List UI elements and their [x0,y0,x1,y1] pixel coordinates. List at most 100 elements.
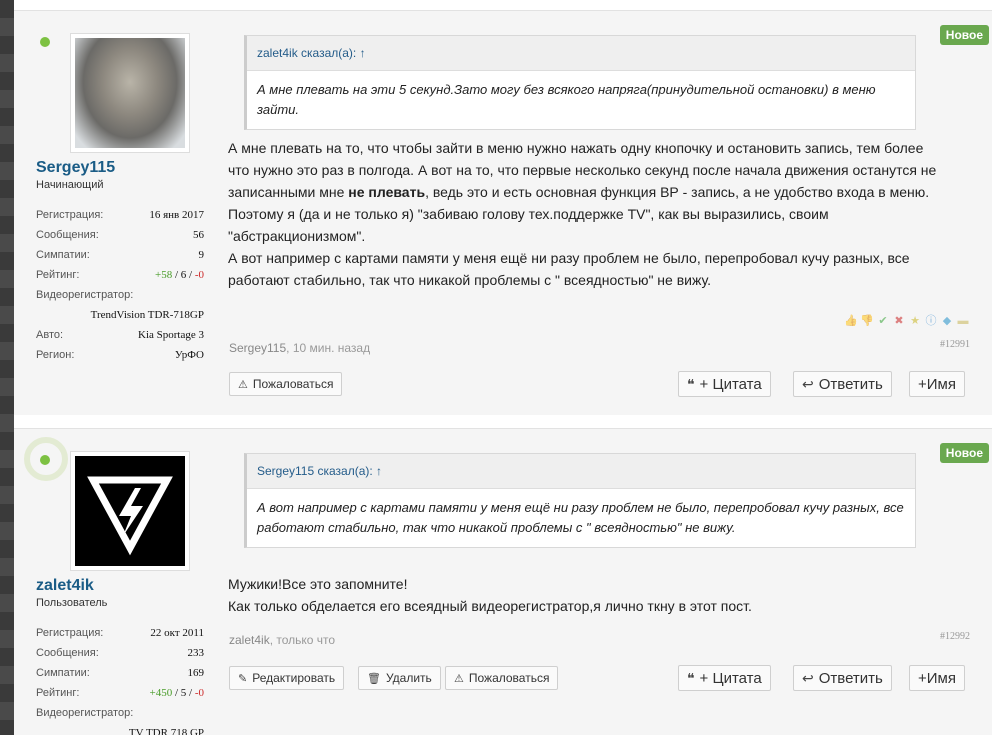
stat-label: Рейтинг: [36,687,80,699]
user-stats: Регистрация: 22 окт 2011 Сообщения: 233 Си… [36,623,204,735]
username[interactable]: Sergey115 [36,159,115,177]
rating-negative: -0 [194,269,204,281]
like-icon[interactable]: 👍 [844,314,858,328]
quote-body: А мне плевать на эти 5 секунд.Зато могу … [257,82,876,117]
quote-body: А вот например с картами памяти у меня е… [257,500,904,535]
quote-icon: ❝ [687,669,695,686]
post-12991: Sergey115 Начинающий Регистрация: 16 янв … [14,10,992,415]
rating-neutral: / 5 / [172,687,195,699]
insert-name-button[interactable]: +Имя [909,371,965,397]
post-meta: Sergey115, 10 мин. назад [229,341,370,355]
insert-name-label: +Имя [918,669,956,687]
post-message: А мне плевать на то, что чтобы зайти в м… [228,137,948,291]
quote-block: zalet4ik сказал(а): ↑ А мне плевать на э… [244,35,916,130]
rating-positive: +58 [154,269,173,281]
quote-button[interactable]: ❝ + Цитата [678,371,771,397]
user-title: Пользователь [36,597,108,609]
rating-positive: +450 [149,687,173,699]
online-indicator-icon [40,455,50,465]
stat-label: Симпатии: [36,667,90,679]
check-icon[interactable]: ✔ [876,314,890,328]
reply-label: Ответить [818,375,883,393]
cross-icon[interactable]: ✖ [892,314,906,328]
diamond-icon[interactable]: ◆ [940,314,954,328]
quote-header[interactable]: zalet4ik сказал(а): ↑ [247,36,915,71]
quote-button[interactable]: ❝ + Цитата [678,665,771,691]
report-button[interactable]: ⚠ Пожаловаться [229,372,343,396]
edit-label: Редактировать [252,671,336,685]
message-line: Как только обделается его всеядный видео… [228,598,752,614]
stat-label: Авто: [36,329,64,341]
folder-icon[interactable]: ▬ [956,314,970,328]
report-label: Пожаловаться [468,671,550,685]
quote-block: Sergey115 сказал(а): ↑ А вот например с … [244,453,916,548]
reaction-icons: 👍 👎 ✔ ✖ ★ ⓘ ◆ ▬ [844,314,970,328]
warning-icon: ⚠ [238,378,248,391]
meta-author[interactable]: zalet4ik [229,633,270,647]
reply-icon: ↩ [802,669,814,686]
trash-icon: 🗑 [367,672,381,685]
username[interactable]: zalet4ik [36,577,94,595]
left-edge-strip [0,0,14,735]
stat-value: 16 янв 2017 [149,209,204,221]
stat-value: 169 [187,667,205,679]
stat-value: 9 [198,249,205,261]
stat-label: Видеорегистратор: [36,289,134,301]
stat-value: 22 окт 2011 [150,627,204,639]
quote-header[interactable]: Sergey115 сказал(а): ↑ [247,454,915,489]
post-number[interactable]: #12992 [940,631,970,642]
dislike-icon[interactable]: 👎 [860,314,874,328]
avatar[interactable] [70,33,190,153]
stat-label: Регистрация: [36,209,104,221]
rating-neutral: / 6 / [172,269,195,281]
pencil-icon: ✎ [238,672,248,685]
quote-label: + Цитата [699,669,762,687]
avatar[interactable] [70,451,190,571]
new-badge: Новое [939,25,989,45]
edit-button[interactable]: ✎ Редактировать [229,666,345,690]
reply-button[interactable]: ↩ Ответить [793,371,892,397]
lightning-triangle-logo-icon [75,456,185,566]
rating-value: +58 / 6 / -0 [155,265,204,285]
stat-value: TV TDR 718 GP [128,727,204,735]
online-indicator-icon [40,37,50,47]
post-12992: zalet4ik Пользователь Регистрация: 22 окт… [14,428,992,735]
rating-value: +450 / 5 / -0 [149,683,204,703]
post-meta: zalet4ik, только что [229,633,335,647]
stat-label: Видеорегистратор: [36,707,134,719]
new-badge: Новое [939,443,989,463]
stat-value[interactable]: 56 [193,225,204,245]
stat-label: Рейтинг: [36,269,80,281]
delete-label: Удалить [385,671,432,685]
stat-value: УрФО [174,349,204,361]
message-bold: не плевать [348,184,426,200]
meta-author[interactable]: Sergey115 [229,341,286,355]
warning-icon: ⚠ [454,672,464,685]
star-icon[interactable]: ★ [908,314,922,328]
meta-time[interactable]: , только что [270,633,335,647]
reply-icon: ↩ [802,375,814,392]
cat-photo-icon [75,38,185,148]
stat-label: Симпатии: [36,249,90,261]
reply-label: Ответить [818,669,883,687]
stat-value: Kia Sportage 3 [138,329,204,341]
post-number[interactable]: #12991 [940,339,970,350]
meta-time[interactable]: , 10 мин. назад [286,341,370,355]
stat-label: Сообщения: [36,229,99,241]
reply-button[interactable]: ↩ Ответить [793,665,892,691]
insert-name-label: +Имя [918,375,956,393]
stat-label: Регистрация: [36,627,104,639]
report-button[interactable]: ⚠ Пожаловаться [445,666,559,690]
report-label: Пожаловаться [252,377,334,391]
stat-value[interactable]: 233 [188,643,205,663]
info-icon[interactable]: ⓘ [924,314,938,328]
quote-label: + Цитата [699,375,762,393]
user-title: Начинающий [36,179,104,191]
message-line: Мужики!Все это запомните! [228,576,408,592]
message-text: А вот например с картами памяти у меня е… [228,250,910,288]
user-stats: Регистрация: 16 янв 2017 Сообщения: 56 Сим… [36,205,204,365]
insert-name-button[interactable]: +Имя [909,665,965,691]
delete-button[interactable]: 🗑 Удалить [358,666,441,690]
quote-icon: ❝ [687,375,695,392]
stat-label: Регион: [36,349,75,361]
